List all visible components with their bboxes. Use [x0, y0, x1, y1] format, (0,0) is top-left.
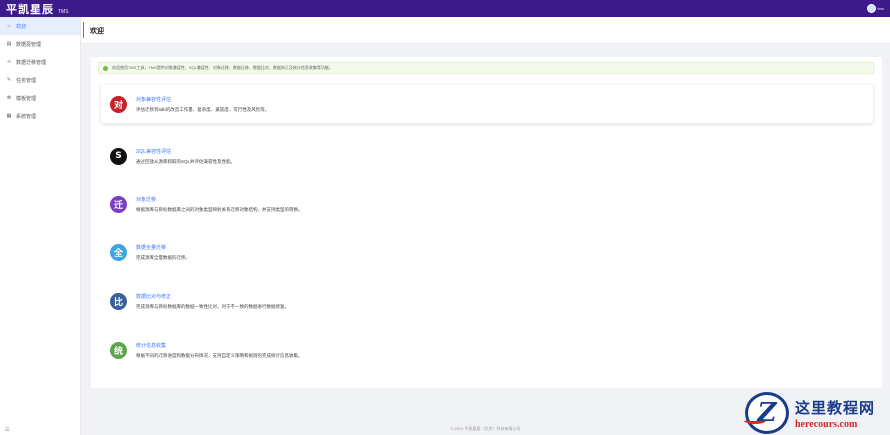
sidebar-item-4[interactable]: ✻ 模板管理 [0, 89, 80, 107]
sidebar-item-2[interactable]: ⋖ 数据迁移管理 [0, 53, 80, 71]
sidebar-item-label: 系统管理 [16, 113, 37, 120]
home-icon: ⌂ [7, 23, 11, 29]
watermark: Z 这里教程网 herecours.com [744, 392, 875, 434]
watermark-site-name: 这里教程网 [795, 398, 876, 417]
grid-icon: ▦ [6, 113, 12, 119]
watermark-swoosh [744, 417, 766, 424]
watermark-logo-icon: Z [744, 392, 789, 434]
sidebar: ⌂ 欢迎 ▤ 数据源管理 ⋖ 数据迁移管理 ✎ 任务管理 ✻ 模板管理 ▦ 系统管理 ☰ [0, 17, 81, 435]
sidebar-item-label: 数据迁移管理 [16, 59, 47, 66]
sidebar-item-label: 任务管理 [16, 77, 37, 84]
feature-item[interactable]: S SQL兼容性评估 通过回放从源库抓取的SQL并评估兼容性及性能。 [101, 137, 873, 175]
feature-text: SQL兼容性评估 通过回放从源库抓取的SQL并评估兼容性及性能。 [136, 148, 235, 165]
sidebar-item-label: 欢迎 [16, 23, 27, 30]
feature-text: 统计信息收集 根据不同的迁移进度和数据分布情况，支持自定义策略和规则的完成统计信息… [136, 342, 303, 359]
feature-title-link[interactable]: 对象兼容性评估 [136, 96, 269, 103]
welcome-notice: 欢迎使用TMS工具，TMS提供对象兼容性、SQL兼容性、对象迁移、数据迁移、数据… [98, 62, 874, 74]
page-title: 欢迎 [90, 28, 104, 35]
feature-badge-icon: S [110, 147, 127, 165]
feature-title-link[interactable]: 对象迁移 [136, 196, 303, 203]
feature-title-link[interactable]: 数据全量迁移 [136, 244, 190, 251]
user-menu[interactable]: tms [866, 4, 884, 13]
database-icon: ▤ [6, 41, 12, 47]
feature-badge-icon: 比 [110, 292, 127, 310]
brand-logo[interactable]: 平凯星辰 TMS [0, 1, 69, 17]
sidebar-item-3[interactable]: ✎ 任务管理 [0, 71, 80, 89]
feature-title-link[interactable]: 统计信息收集 [136, 342, 303, 349]
watermark-url: herecours.com [795, 418, 858, 430]
feature-text: 对象迁移根据源库与目标数据库之间的对象类型映射关系迁移对象结构，并支持类型的转换… [136, 196, 303, 213]
feature-description: 通过回放从源库抓取的SQL并评估兼容性及性能。 [136, 158, 236, 164]
feature-description: 完成源库与目标数据库的数据一致性比对，对于不一致的数据进行数据修复。 [136, 303, 289, 309]
sidebar-item-label: 数据源管理 [16, 41, 42, 48]
feature-badge-icon: 对 [110, 95, 127, 113]
feature-badge-icon: 迁 [110, 195, 127, 213]
feature-title-link[interactable]: 数据比对与修正 [136, 293, 289, 300]
feature-badge-icon: 全 [110, 243, 127, 261]
feature-description: 根据不同的迁移进度和数据分布情况，支持自定义策略和规则的完成统计信息收集。 [136, 352, 303, 358]
top-bar: 平凯星辰 TMS tms [0, 0, 890, 17]
menu-collapse-icon[interactable]: ☰ [5, 427, 9, 433]
welcome-panel: 欢迎使用TMS工具，TMS提供对象兼容性、SQL兼容性、对象迁移、数据迁移、数据… [91, 57, 882, 388]
header-accent-bar [83, 22, 84, 38]
sidebar-item-1[interactable]: ▤ 数据源管理 [0, 35, 80, 53]
user-name: tms [877, 6, 884, 11]
feature-text: 数据全量迁移 完成源库全量数据的迁移。 [136, 244, 190, 261]
notice-text: 欢迎使用TMS工具，TMS提供对象兼容性、SQL兼容性、对象迁移、数据迁移、数据… [112, 65, 333, 70]
feature-description: 完成源库全量数据的迁移。 [136, 254, 190, 260]
sidebar-menu: ⌂ 欢迎 ▤ 数据源管理 ⋖ 数据迁移管理 ✎ 任务管理 ✻ 模板管理 ▦ 系统管理 [0, 17, 80, 125]
feature-text: 数据比对与修正 完成源库与目标数据库的数据一致性比对，对于不一致的数据进行数据修复… [136, 293, 289, 310]
feature-description: 评估迁移到tidb的改造工作量、复杂度、兼容度、可行性及风险等。 [136, 106, 270, 112]
feature-description: 根据源库与目标数据库之间的对象类型映射关系迁移对象结构，并支持类型的转换。 [136, 206, 303, 212]
brand-name: 平凯星辰 [6, 2, 54, 16]
feature-badge-icon: 统 [110, 341, 127, 359]
share-icon: ⋖ [6, 59, 12, 65]
feature-item[interactable]: 比数据比对与修正 完成源库与目标数据库的数据一致性比对，对于不一致的数据进行数据修… [101, 282, 873, 320]
feature-item[interactable]: 迁对象迁移 根据源库与目标数据库之间的对象类型映射关系迁移对象结构，并支持类型的转… [101, 185, 873, 223]
sidebar-item-5[interactable]: ▦ 系统管理 [0, 107, 80, 125]
watermark-text: 这里教程网 herecours.com [795, 397, 875, 430]
page-header: 欢迎 [81, 17, 890, 44]
sidebar-item-0[interactable]: ⌂ 欢迎 [0, 17, 80, 35]
feature-text: 对象兼容性评估 评估迁移到tidb的改造工作量、复杂度、兼容度、可行性及风险等。 [136, 96, 269, 113]
feature-item[interactable]: 统统计信息收集 根据不同的迁移进度和数据分布情况，支持自定义策略和规则的完成统计信… [101, 331, 873, 369]
feature-item[interactable]: 对对象兼容性评估 评估迁移到tidb的改造工作量、复杂度、兼容度、可行性及风险等。 [101, 85, 873, 123]
success-dot-icon [103, 65, 108, 71]
settings-icon: ✻ [6, 95, 12, 101]
edit-icon: ✎ [6, 77, 12, 83]
feature-item[interactable]: 全数据全量迁移 完成源库全量数据的迁移。 [101, 233, 873, 271]
avatar[interactable] [866, 4, 876, 13]
brand-subtitle: TMS [58, 8, 69, 15]
sidebar-item-label: 模板管理 [16, 95, 37, 102]
feature-title-link[interactable]: SQL兼容性评估 [136, 148, 235, 155]
